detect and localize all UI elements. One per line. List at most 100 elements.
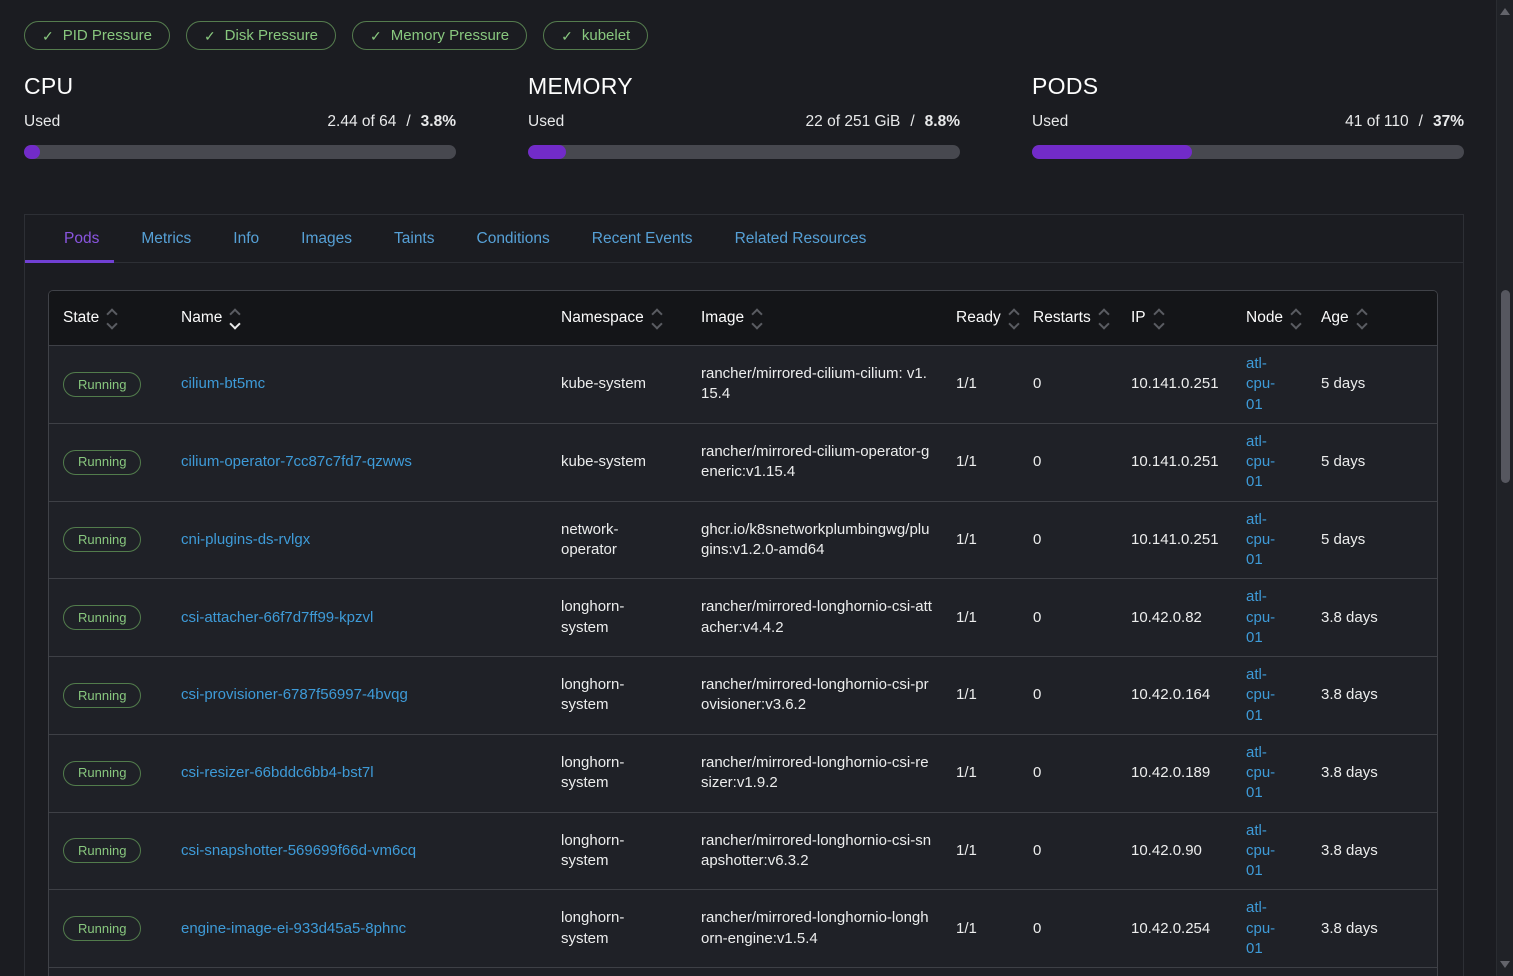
- tab-label: Metrics: [141, 230, 191, 248]
- tab-bar: Pods Metrics Info Images Taints Conditio…: [25, 215, 1463, 263]
- tab-conditions[interactable]: Conditions: [456, 215, 571, 262]
- cell-node: atl-cpu-01: [1232, 346, 1307, 423]
- cell-ready: 1/1: [942, 677, 1019, 713]
- cell-state: Running: [49, 830, 167, 871]
- gauge-title: PODS: [1032, 73, 1464, 100]
- table-row: Running csi-snapshotter-569699f66d-vm6cq…: [49, 812, 1437, 890]
- gauge-used-label: Used: [24, 113, 60, 131]
- column-header-ip[interactable]: IP: [1117, 309, 1232, 328]
- tab-related-resources[interactable]: Related Resources: [714, 215, 888, 262]
- cell-node: atl-cpu-01: [1232, 657, 1307, 734]
- cell-age: 5 days: [1307, 444, 1437, 480]
- node-link[interactable]: atl-cpu-01: [1246, 822, 1275, 880]
- cell-image: rancher/mirrored-longhornio-csi-snapshot…: [687, 823, 942, 880]
- pod-name-link[interactable]: csi-attacher-66f7d7ff99-kpzvl: [181, 609, 373, 626]
- tab-label: Taints: [394, 230, 435, 248]
- gauge-amount: 22 of 251 GiB: [806, 113, 901, 131]
- cell-restarts: 0: [1019, 600, 1117, 636]
- tab-metrics[interactable]: Metrics: [120, 215, 212, 262]
- pressure-status-badge: ✓ Disk Pressure: [186, 21, 336, 50]
- cell-image: rancher/mirrored-longhornio-csi-provisio…: [687, 667, 942, 724]
- node-link[interactable]: atl-cpu-01: [1246, 744, 1275, 802]
- sort-icon: [231, 309, 239, 328]
- cell-node: atl-cpu-01: [1232, 579, 1307, 656]
- node-link[interactable]: atl-cpu-01: [1246, 588, 1275, 646]
- scroll-up-icon[interactable]: [1500, 8, 1510, 15]
- cell-namespace: longhorn-system: [547, 745, 687, 802]
- cell-name: cilium-operator-7cc87c7fd7-qzwws: [167, 444, 547, 480]
- sort-icon: [108, 309, 116, 328]
- pod-name-link[interactable]: engine-image-ei-933d45a5-8phnc: [181, 920, 406, 937]
- vertical-scrollbar[interactable]: [1496, 0, 1513, 976]
- table-row: Running cilium-operator-7cc87c7fd7-qzwws…: [49, 423, 1437, 501]
- pod-name-link[interactable]: csi-resizer-66bddc6bb4-bst7l: [181, 764, 374, 781]
- pod-name-link[interactable]: cilium-bt5mc: [181, 375, 265, 392]
- gauge-amount: 41 of 110: [1345, 113, 1409, 131]
- pod-name-link[interactable]: csi-snapshotter-569699f66d-vm6cq: [181, 842, 416, 859]
- pressure-badges-row: ✓ PID Pressure ✓ Disk Pressure ✓ Memory …: [24, 21, 648, 50]
- pods-table: State Name Namespace Image Ready Restart…: [48, 290, 1438, 976]
- tab-recent-events[interactable]: Recent Events: [571, 215, 714, 262]
- tab-pods[interactable]: Pods: [43, 215, 120, 262]
- pod-name-link[interactable]: csi-provisioner-6787f56997-4bvqg: [181, 686, 408, 703]
- node-link[interactable]: atl-cpu-01: [1246, 666, 1275, 724]
- column-header-image[interactable]: Image: [687, 309, 942, 328]
- cell-name: cilium-bt5mc: [167, 366, 547, 402]
- cell-image: rancher/mirrored-longhornio-csi-attacher…: [687, 589, 942, 646]
- cell-age: 3.8 days: [1307, 833, 1437, 869]
- sort-down-icon: [1290, 318, 1301, 329]
- cell-namespace: longhorn-system: [547, 823, 687, 880]
- cell-age: 3.8 days: [1307, 600, 1437, 636]
- tab-info[interactable]: Info: [212, 215, 280, 262]
- cell-ready: 1/1: [942, 444, 1019, 480]
- cell-restarts: 0: [1019, 444, 1117, 480]
- column-header-restarts[interactable]: Restarts: [1019, 309, 1117, 328]
- table-body: Running cilium-bt5mc kube-system rancher…: [49, 345, 1437, 976]
- node-link[interactable]: atl-cpu-01: [1246, 355, 1275, 413]
- column-header-age[interactable]: Age: [1307, 309, 1437, 328]
- pressure-status-badge: ✓ Memory Pressure: [352, 21, 527, 50]
- column-header-name[interactable]: Name: [167, 309, 547, 328]
- pressure-badge-label: Memory Pressure: [391, 27, 509, 44]
- scrollbar-thumb[interactable]: [1501, 290, 1510, 483]
- tab-label: Images: [301, 230, 352, 248]
- cell-ip: 10.42.0.189: [1117, 755, 1232, 791]
- column-header-namespace[interactable]: Namespace: [547, 309, 687, 328]
- sort-down-icon: [1008, 318, 1019, 329]
- cell-node: atl-cpu-01: [1232, 968, 1307, 976]
- cell-name: csi-provisioner-6787f56997-4bvqg: [167, 677, 547, 713]
- cell-restarts: 0: [1019, 677, 1117, 713]
- gauge-progress-fill: [528, 145, 566, 159]
- node-link[interactable]: atl-cpu-01: [1246, 899, 1275, 957]
- gauge-used-label: Used: [1032, 113, 1068, 131]
- check-icon: ✓: [204, 29, 216, 43]
- gauge-progress-track: [1032, 145, 1464, 159]
- detail-panel: Pods Metrics Info Images Taints Conditio…: [24, 214, 1464, 976]
- cell-ready: 1/1: [942, 522, 1019, 558]
- pod-name-link[interactable]: cni-plugins-ds-rvlgx: [181, 531, 310, 548]
- sort-icon: [1010, 309, 1018, 328]
- column-header-ready[interactable]: Ready: [942, 309, 1019, 328]
- cell-age: 5 days: [1307, 522, 1437, 558]
- cell-node: atl-cpu-01: [1232, 890, 1307, 967]
- node-link[interactable]: atl-cpu-01: [1246, 511, 1275, 569]
- cell-age: 3.8 days: [1307, 677, 1437, 713]
- sort-icon: [1292, 309, 1300, 328]
- gauge-progress-fill: [24, 145, 40, 159]
- tab-taints[interactable]: Taints: [373, 215, 456, 262]
- column-header-node[interactable]: Node: [1232, 309, 1307, 328]
- gauge-amount: 2.44 of 64: [327, 113, 396, 131]
- cell-image: ghcr.io/k8snetworkplumbingwg/plugins:v1.…: [687, 512, 942, 569]
- cell-namespace: longhorn-system: [547, 667, 687, 724]
- tab-images[interactable]: Images: [280, 215, 373, 262]
- column-header-state[interactable]: State: [49, 309, 167, 328]
- cell-image: rancher/mirrored-cilium-operator-generic…: [687, 434, 942, 491]
- scroll-down-icon[interactable]: [1500, 961, 1510, 968]
- pod-name-link[interactable]: cilium-operator-7cc87c7fd7-qzwws: [181, 453, 412, 470]
- sort-down-icon: [1098, 318, 1109, 329]
- column-header-label: Node: [1246, 309, 1283, 327]
- table-row: Running engine-image-ei-933d45a5-8phnc l…: [49, 889, 1437, 967]
- gauge-progress-fill: [1032, 145, 1192, 159]
- node-link[interactable]: atl-cpu-01: [1246, 433, 1275, 491]
- pressure-badge-label: PID Pressure: [63, 27, 152, 44]
